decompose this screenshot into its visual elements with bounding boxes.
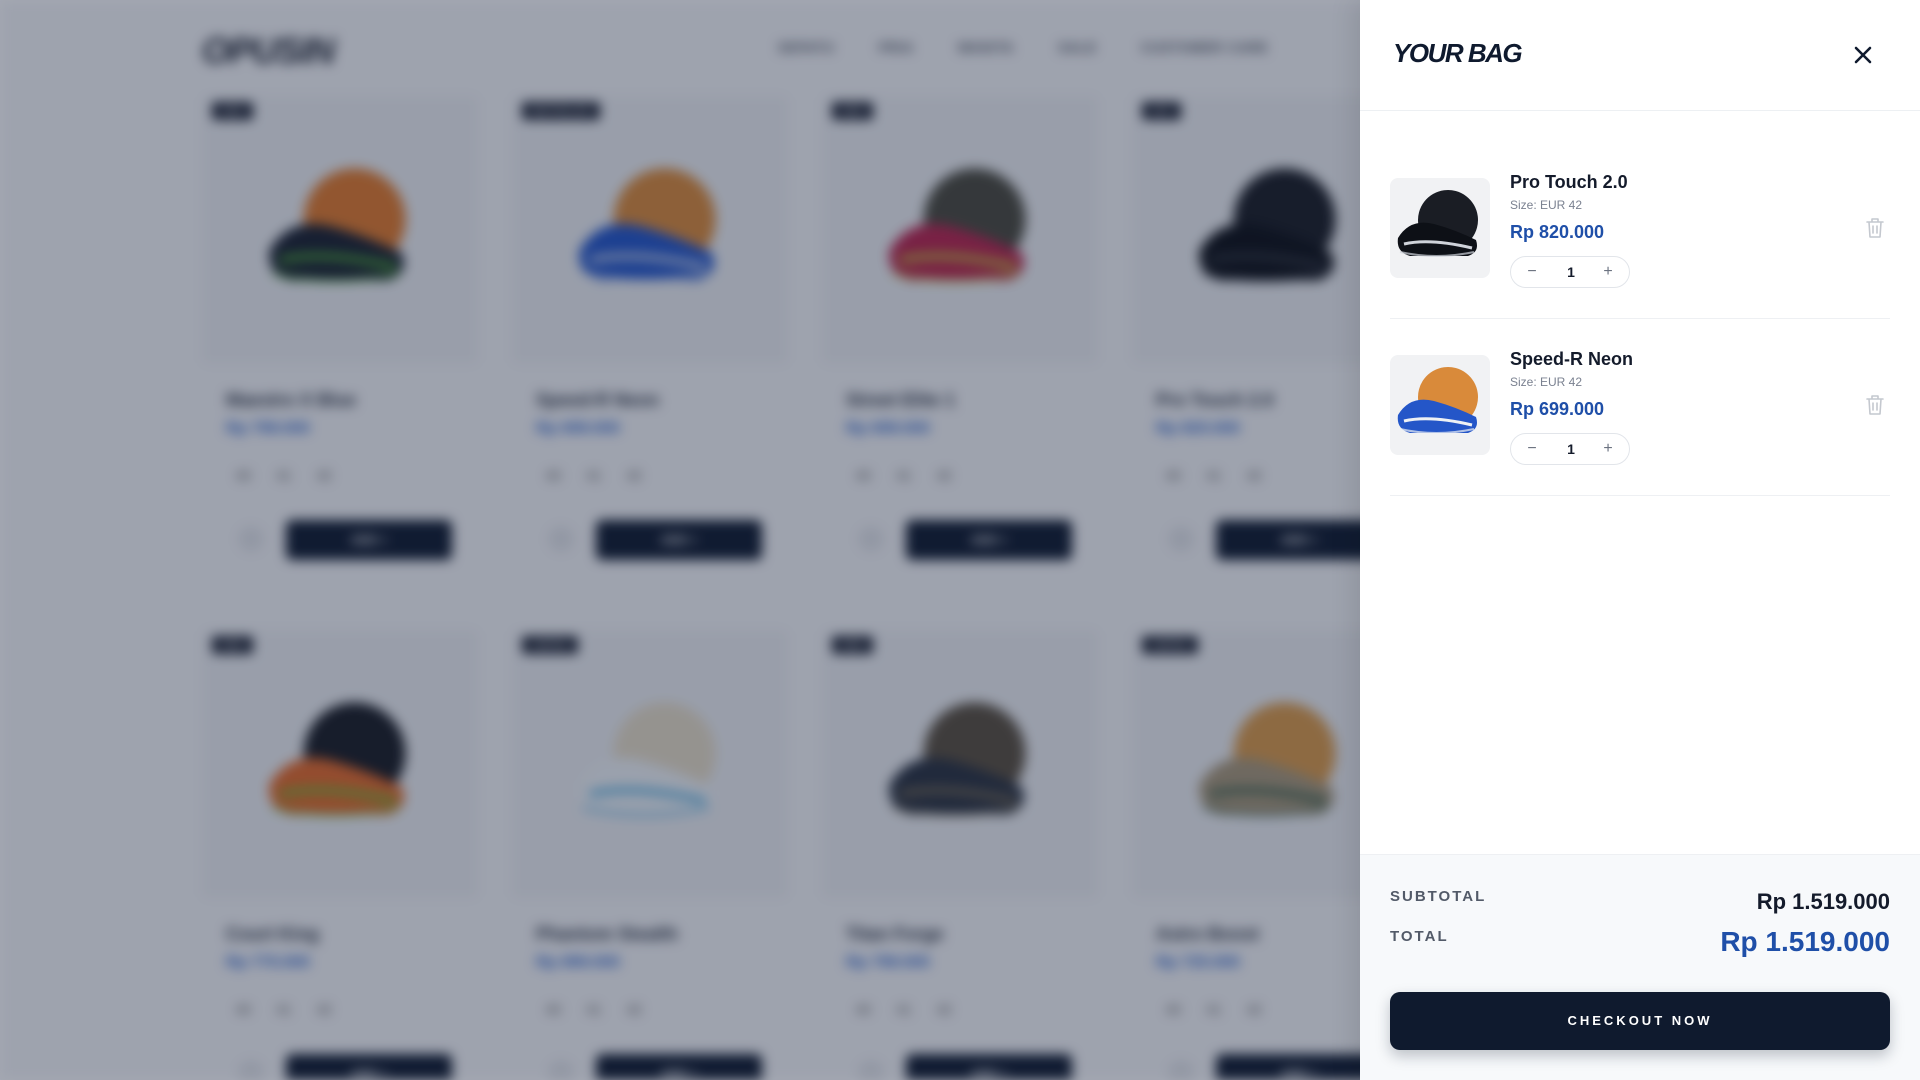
remove-item-button[interactable] — [1864, 216, 1886, 240]
item-price: Rp 699.000 — [1510, 399, 1605, 419]
decrease-quantity-button[interactable]: − — [1515, 434, 1549, 464]
close-icon — [1854, 46, 1872, 64]
item-name: Speed-R Neon — [1510, 349, 1634, 369]
remove-item-button[interactable] — [1864, 393, 1886, 417]
bag-title: YOUR BAG — [1393, 38, 1523, 68]
product-thumbnail — [1390, 178, 1490, 278]
checkout-button[interactable]: CHECKOUT NOW — [1390, 992, 1890, 1050]
bag-item: Speed-R Neon Size: EUR 42 Rp 699.000 − 1… — [1390, 319, 1890, 496]
modal-overlay[interactable] — [0, 0, 1360, 1080]
quantity-value[interactable]: 1 — [1551, 434, 1591, 464]
total-label: TOTAL — [1390, 928, 1449, 945]
order-summary: SUBTOTAL Rp 1.519.000 TOTAL Rp 1.519.000… — [1360, 854, 1920, 1080]
item-name: Pro Touch 2.0 — [1510, 172, 1628, 192]
increase-quantity-button[interactable]: + — [1591, 434, 1625, 464]
shoe-image — [1397, 190, 1478, 257]
item-size: Size: EUR 42 — [1510, 198, 1583, 212]
item-size: Size: EUR 42 — [1510, 375, 1583, 389]
shoe-image — [1397, 367, 1478, 434]
bag-drawer: YOUR BAG Pro Touch 2.0 Size: EUR 42 Rp 8… — [1360, 0, 1920, 1080]
trash-icon — [1866, 218, 1884, 238]
close-button[interactable] — [1848, 40, 1878, 70]
trash-icon — [1866, 395, 1884, 415]
decrease-quantity-button[interactable]: − — [1515, 257, 1549, 287]
subtotal-label: SUBTOTAL — [1390, 888, 1487, 905]
total-value: Rp 1.519.000 — [1720, 926, 1890, 957]
subtotal-value: Rp 1.519.000 — [1756, 889, 1890, 914]
quantity-stepper: − 1 + — [1510, 256, 1630, 288]
increase-quantity-button[interactable]: + — [1591, 257, 1625, 287]
quantity-value[interactable]: 1 — [1551, 257, 1591, 287]
bag-item: Pro Touch 2.0 Size: EUR 42 Rp 820.000 − … — [1390, 142, 1890, 319]
product-thumbnail — [1390, 355, 1490, 455]
item-price: Rp 820.000 — [1510, 222, 1605, 242]
drawer-header: YOUR BAG — [1360, 0, 1920, 111]
quantity-stepper: − 1 + — [1510, 433, 1630, 465]
